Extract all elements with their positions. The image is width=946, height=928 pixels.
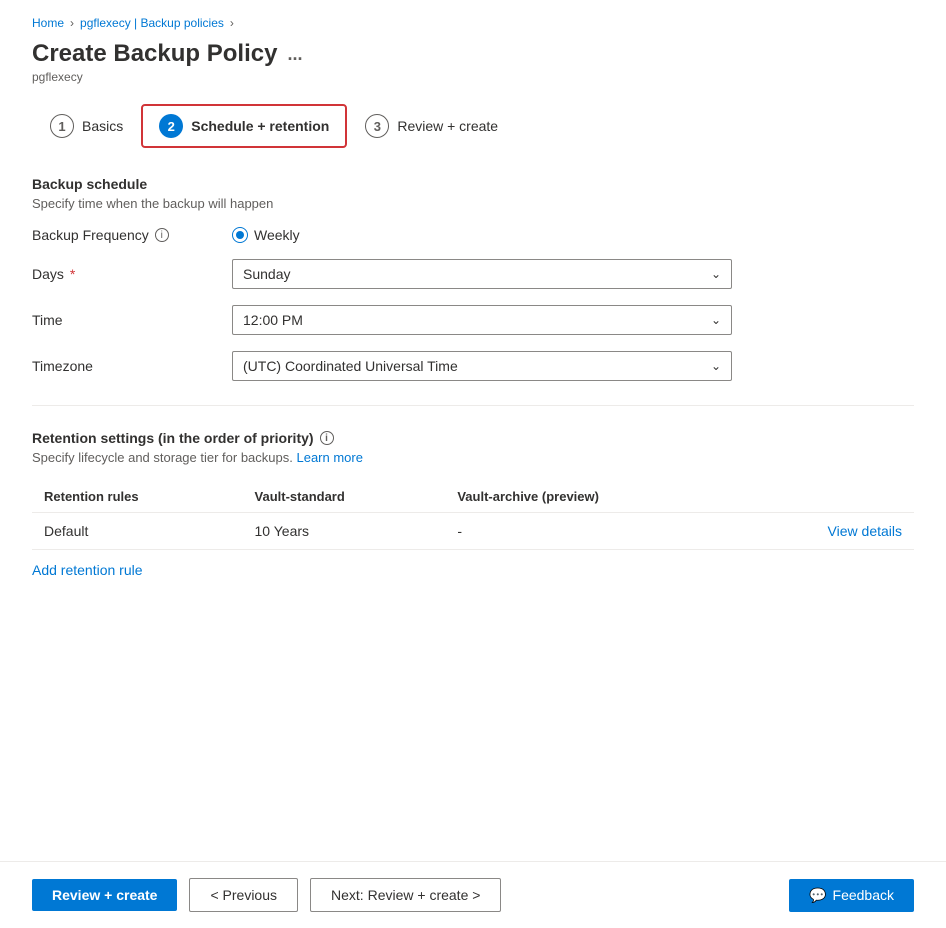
backup-frequency-row: Backup Frequency i Weekly	[32, 227, 914, 243]
days-label: Days *	[32, 266, 232, 282]
frequency-weekly-radio[interactable]	[232, 227, 248, 243]
wizard-steps: 1 Basics 2 Schedule + retention 3 Review…	[32, 104, 914, 148]
step-3-label: Review + create	[397, 118, 498, 134]
next-button[interactable]: Next: Review + create >	[310, 878, 501, 912]
learn-more-link[interactable]: Learn more	[296, 450, 362, 465]
col-vault-standard: Vault-standard	[243, 481, 446, 513]
frequency-radio-group: Weekly	[232, 227, 732, 243]
time-value: 12:00 PM	[243, 312, 303, 328]
page-header: Create Backup Policy ...	[32, 40, 914, 68]
step-2-label: Schedule + retention	[191, 118, 329, 134]
time-label: Time	[32, 312, 232, 328]
footer: Review + create < Previous Next: Review …	[0, 861, 946, 928]
col-actions	[739, 481, 914, 513]
step-3-circle: 3	[365, 114, 389, 138]
retention-settings-header: Retention settings (in the order of prio…	[32, 430, 914, 446]
backup-frequency-label: Backup Frequency i	[32, 227, 232, 243]
time-dropdown[interactable]: 12:00 PM ⌄	[232, 305, 732, 335]
wizard-step-2[interactable]: 2 Schedule + retention	[141, 104, 347, 148]
days-control: Sunday ⌄	[232, 259, 732, 289]
retention-rule-name: Default	[32, 513, 243, 550]
retention-settings-subtitle: Specify lifecycle and storage tier for b…	[32, 450, 914, 465]
breadcrumb-sep2: ›	[230, 16, 234, 30]
table-row: Default 10 Years - View details	[32, 513, 914, 550]
breadcrumb-home[interactable]: Home	[32, 16, 64, 30]
review-create-button[interactable]: Review + create	[32, 879, 177, 911]
page-subtitle: pgflexecy	[32, 70, 914, 84]
timezone-row: Timezone (UTC) Coordinated Universal Tim…	[32, 351, 914, 381]
vault-standard-value: 10 Years	[243, 513, 446, 550]
col-vault-archive: Vault-archive (preview)	[445, 481, 739, 513]
frequency-weekly-label: Weekly	[254, 227, 300, 243]
step-1-label: Basics	[82, 118, 123, 134]
page-title: Create Backup Policy	[32, 40, 277, 68]
retention-info-icon[interactable]: i	[320, 431, 334, 445]
days-dropdown-chevron: ⌄	[711, 267, 721, 281]
retention-table-header-row: Retention rules Vault-standard Vault-arc…	[32, 481, 914, 513]
feedback-icon: 💬	[809, 887, 826, 904]
feedback-label: Feedback	[833, 887, 894, 903]
time-dropdown-chevron: ⌄	[711, 313, 721, 327]
days-dropdown[interactable]: Sunday ⌄	[232, 259, 732, 289]
time-row: Time 12:00 PM ⌄	[32, 305, 914, 335]
timezone-dropdown[interactable]: (UTC) Coordinated Universal Time ⌄	[232, 351, 732, 381]
options-ellipsis[interactable]: ...	[287, 44, 302, 65]
feedback-button[interactable]: 💬 Feedback	[789, 879, 914, 912]
breadcrumb-sep1: ›	[70, 16, 74, 30]
backup-frequency-control: Weekly	[232, 227, 732, 243]
retention-settings-title: Retention settings (in the order of prio…	[32, 430, 314, 446]
days-required-indicator: *	[70, 266, 75, 282]
frequency-weekly-option[interactable]: Weekly	[232, 227, 300, 243]
backup-schedule-subtitle: Specify time when the backup will happen	[32, 196, 914, 211]
breadcrumb-policies[interactable]: pgflexecy | Backup policies	[80, 16, 224, 30]
time-control: 12:00 PM ⌄	[232, 305, 732, 335]
backup-schedule-title: Backup schedule	[32, 176, 914, 192]
col-retention-rules: Retention rules	[32, 481, 243, 513]
breadcrumb: Home › pgflexecy | Backup policies ›	[32, 16, 914, 30]
timezone-dropdown-chevron: ⌄	[711, 359, 721, 373]
section-divider	[32, 405, 914, 406]
step-2-circle: 2	[159, 114, 183, 138]
vault-archive-value: -	[445, 513, 739, 550]
wizard-step-1[interactable]: 1 Basics	[32, 104, 141, 148]
timezone-value: (UTC) Coordinated Universal Time	[243, 358, 458, 374]
days-value: Sunday	[243, 266, 290, 282]
frequency-info-icon[interactable]: i	[155, 228, 169, 242]
days-row: Days * Sunday ⌄	[32, 259, 914, 289]
timezone-control: (UTC) Coordinated Universal Time ⌄	[232, 351, 732, 381]
previous-button[interactable]: < Previous	[189, 878, 298, 912]
wizard-step-3[interactable]: 3 Review + create	[347, 104, 516, 148]
view-details-link[interactable]: View details	[739, 513, 914, 550]
retention-table: Retention rules Vault-standard Vault-arc…	[32, 481, 914, 550]
timezone-label: Timezone	[32, 358, 232, 374]
step-1-circle: 1	[50, 114, 74, 138]
add-retention-rule-link[interactable]: Add retention rule	[32, 562, 143, 578]
